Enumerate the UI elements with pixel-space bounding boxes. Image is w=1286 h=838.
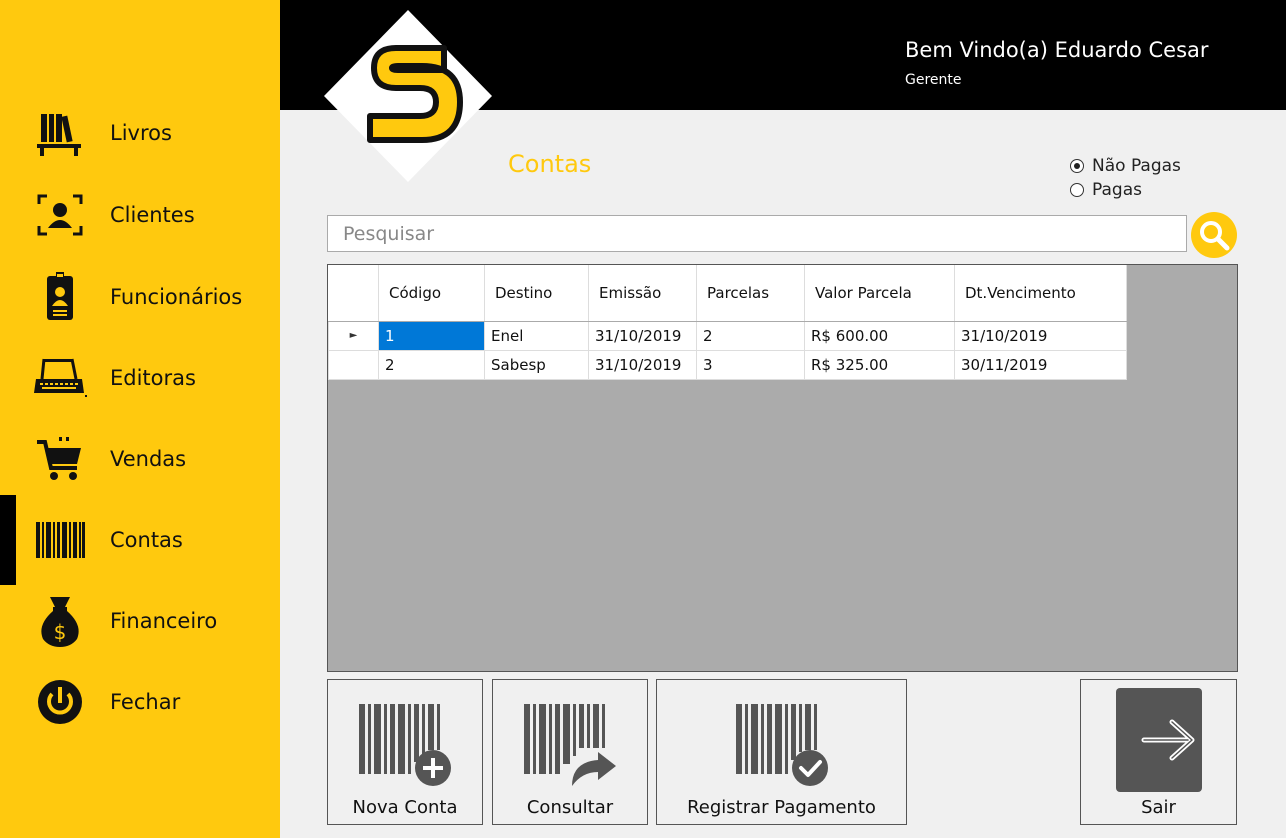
sidebar-item-label: Clientes — [110, 203, 195, 227]
column-header[interactable]: Dt.Vencimento — [954, 265, 1127, 322]
button-label: Registrar Pagamento — [687, 797, 876, 818]
sidebar-item-funcionarios[interactable]: Funcionários — [0, 262, 280, 332]
new-account-button[interactable]: Nova Conta — [327, 679, 483, 825]
barcode-icon — [30, 510, 90, 570]
sidebar-item-editoras[interactable]: Editoras — [0, 343, 280, 413]
employee-badge-icon — [30, 267, 90, 327]
barcode-check-icon — [735, 704, 828, 786]
radio-label: Pagas — [1092, 180, 1142, 200]
table-cell[interactable]: 2 — [378, 349, 485, 380]
table-row[interactable]: 2 Sabesp 31/10/2019 3 R$ 325.00 30/11/20… — [328, 349, 1127, 380]
sidebar-item-label: Fechar — [110, 690, 181, 714]
sidebar-item-livros[interactable]: Livros — [0, 98, 280, 168]
money-bag-icon: $ — [30, 591, 90, 651]
column-header[interactable]: Parcelas — [696, 265, 805, 322]
row-selector[interactable] — [328, 349, 379, 380]
table-cell[interactable]: R$ 325.00 — [804, 349, 955, 380]
app-logo — [320, 10, 495, 185]
accounts-table: Código Destino Emissão Parcelas Valor Pa… — [328, 265, 1127, 380]
barcode-share-icon — [524, 704, 616, 786]
sidebar-item-label: Livros — [110, 121, 172, 145]
sidebar-item-label: Financeiro — [110, 609, 218, 633]
table-cell[interactable]: 31/10/2019 — [588, 349, 697, 380]
table-cell[interactable]: 30/11/2019 — [954, 349, 1127, 380]
sidebar-item-label: Contas — [110, 528, 183, 552]
table-cell[interactable]: 2 — [696, 320, 805, 351]
column-header[interactable]: Código — [378, 265, 485, 322]
column-header[interactable]: Emissão — [588, 265, 697, 322]
cart-icon — [30, 429, 90, 489]
table-cell[interactable]: R$ 600.00 — [804, 320, 955, 351]
sidebar-item-label: Funcionários — [110, 285, 243, 309]
sidebar-item-financeiro[interactable]: $ Financeiro — [0, 586, 280, 656]
active-indicator — [0, 495, 16, 585]
table-cell[interactable]: 31/10/2019 — [954, 320, 1127, 351]
button-label: Sair — [1141, 797, 1176, 818]
sidebar-item-fechar[interactable]: Fechar — [0, 667, 280, 737]
table-cell[interactable]: Sabesp — [484, 349, 589, 380]
register-payment-button[interactable]: Registrar Pagamento — [656, 679, 907, 825]
sidebar: Livros Clientes Funcionários Editoras Ve… — [0, 0, 280, 838]
table-row[interactable]: ► 1 Enel 31/10/2019 2 R$ 600.00 31/10/20… — [328, 320, 1127, 351]
sidebar-item-vendas[interactable]: Vendas — [0, 424, 280, 494]
accounts-grid[interactable]: Código Destino Emissão Parcelas Valor Pa… — [327, 264, 1238, 672]
user-role: Gerente — [905, 72, 962, 88]
svg-text:$: $ — [54, 620, 67, 644]
radio-unchecked-icon — [1070, 183, 1084, 197]
exit-button[interactable]: Sair — [1080, 679, 1237, 825]
books-icon — [30, 103, 90, 163]
button-label: Nova Conta — [352, 797, 458, 818]
sidebar-item-clientes[interactable]: Clientes — [0, 180, 280, 250]
radio-nao-pagas[interactable]: Não Pagas — [1070, 154, 1181, 178]
row-selector-arrow-icon[interactable]: ► — [328, 320, 379, 351]
sidebar-item-label: Editoras — [110, 366, 196, 390]
table-cell[interactable]: 31/10/2019 — [588, 320, 697, 351]
table-cell[interactable]: 3 — [696, 349, 805, 380]
search-input[interactable] — [327, 215, 1187, 252]
power-icon — [30, 672, 90, 732]
column-header[interactable]: Valor Parcela — [804, 265, 955, 322]
barcode-add-icon — [359, 704, 451, 786]
radio-checked-icon — [1070, 159, 1084, 173]
sidebar-item-contas[interactable]: Contas — [0, 495, 280, 585]
search-button[interactable] — [1191, 212, 1237, 258]
table-cell[interactable]: Enel — [484, 320, 589, 351]
typewriter-icon — [30, 348, 90, 408]
payment-filter: Não Pagas Pagas — [1070, 154, 1181, 202]
table-cell[interactable]: 1 — [378, 320, 485, 351]
column-header[interactable]: Destino — [484, 265, 589, 322]
radio-label: Não Pagas — [1092, 156, 1181, 176]
consult-button[interactable]: Consultar — [492, 679, 648, 825]
page-title: Contas — [508, 150, 592, 178]
client-icon — [30, 185, 90, 245]
sidebar-item-label: Vendas — [110, 447, 187, 471]
search-icon — [1200, 221, 1230, 251]
button-label: Consultar — [526, 797, 614, 818]
welcome-text: Bem Vindo(a) Eduardo Cesar — [905, 38, 1209, 62]
exit-door-icon — [1115, 688, 1202, 792]
row-header-corner — [328, 265, 379, 322]
radio-pagas[interactable]: Pagas — [1070, 178, 1181, 202]
